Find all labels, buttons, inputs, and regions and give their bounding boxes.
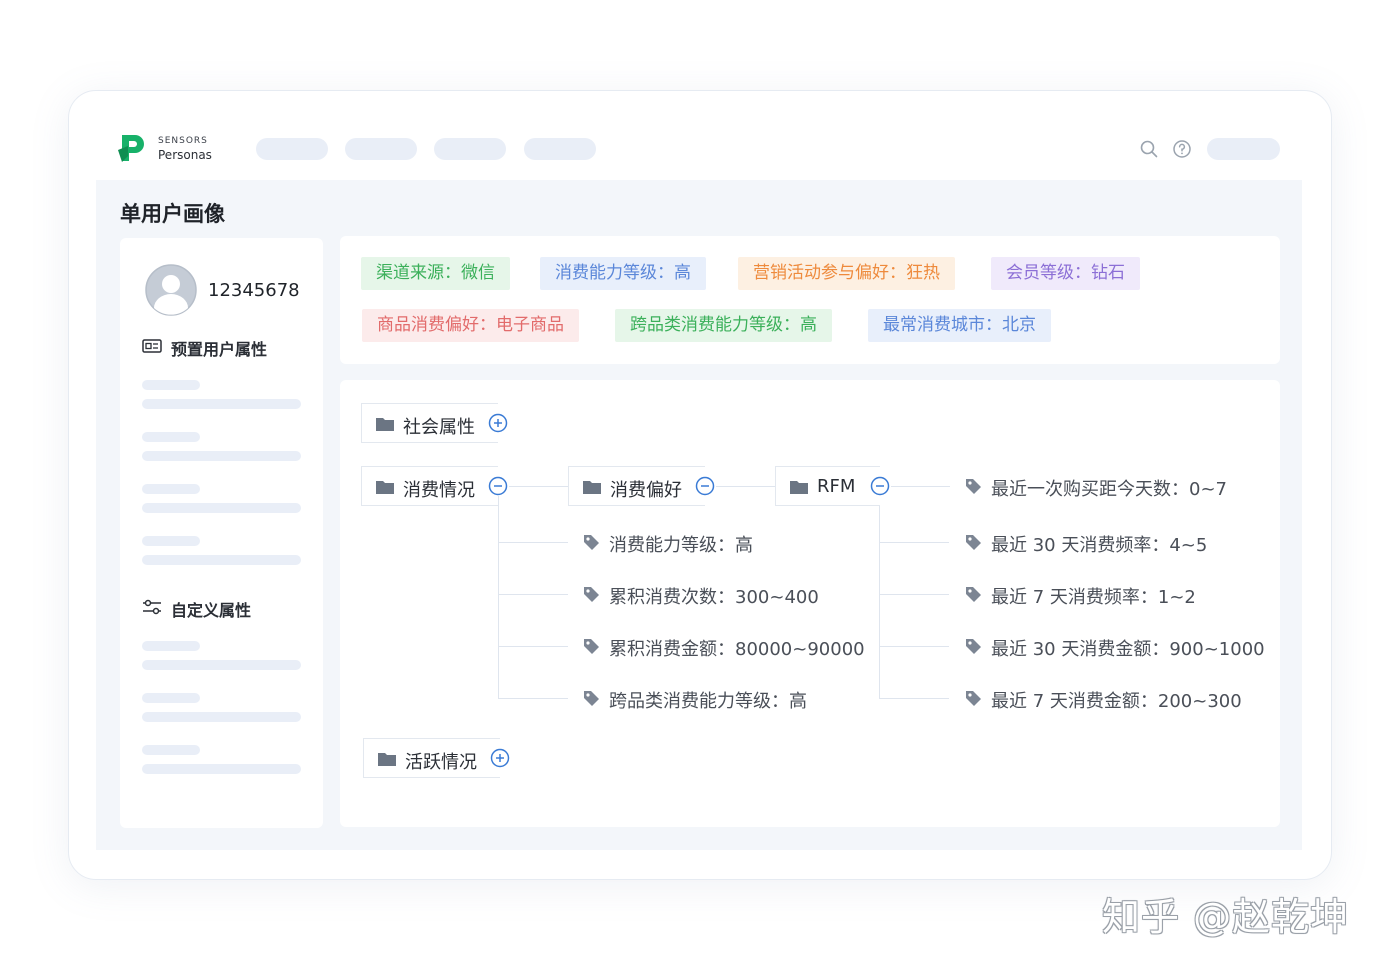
tree-connector	[498, 542, 568, 543]
nav-tab-1[interactable]	[256, 138, 328, 160]
preset-attributes-title: 预置用户属性	[171, 340, 268, 359]
placeholder-line	[142, 503, 301, 513]
collapse-icon[interactable]	[870, 476, 890, 496]
tree-connector	[498, 698, 568, 699]
id-card-icon	[142, 339, 162, 353]
custom-attributes-title: 自定义属性	[171, 601, 252, 620]
tag-icon	[966, 535, 981, 550]
tag-icon	[966, 639, 981, 654]
tag-cross-category-level[interactable]: 跨品类消费能力等级：高	[615, 309, 832, 342]
sliders-icon	[143, 599, 161, 615]
tree-node-label: 消费情况	[403, 480, 475, 501]
tag-frequent-city[interactable]: 最常消费城市：北京	[868, 309, 1051, 342]
tree-leaf-label: 最近 7 天消费频率：1~2	[991, 587, 1196, 608]
collapse-icon[interactable]	[695, 476, 715, 496]
help-icon[interactable]	[1172, 139, 1192, 159]
avatar	[145, 264, 197, 316]
tree-connector	[879, 646, 949, 647]
brand-name-top: SENSORS	[158, 136, 208, 146]
user-menu[interactable]	[1207, 138, 1280, 160]
tag-icon	[584, 535, 599, 550]
tree-connector	[879, 542, 949, 543]
tree-leaf-label: 跨品类消费能力等级：高	[609, 691, 807, 712]
sensors-logo-icon	[118, 135, 144, 162]
folder-icon	[583, 481, 601, 494]
placeholder-line	[142, 641, 200, 651]
tree-leaf-label: 累积消费次数：300~400	[609, 587, 819, 608]
tree-connector	[498, 594, 568, 595]
tree-connector	[498, 496, 499, 698]
tree-node-label: 社会属性	[403, 417, 475, 438]
brand-name-bottom: Personas	[158, 148, 212, 162]
tree-connector	[879, 496, 880, 698]
placeholder-line	[142, 536, 200, 546]
tree-node-label: 消费偏好	[610, 480, 682, 501]
tree-node-activity[interactable]: 活跃情况	[363, 738, 500, 778]
tag-consumption-level[interactable]: 消费能力等级：高	[540, 257, 706, 290]
tree-connector	[879, 594, 949, 595]
folder-icon	[376, 481, 394, 494]
tree-node-label: 活跃情况	[405, 752, 477, 773]
tree-leaf-label: 消费能力等级：高	[609, 535, 753, 556]
tree-node-preference[interactable]: 消费偏好	[568, 466, 705, 506]
tree-connector	[498, 646, 568, 647]
nav-tab-3[interactable]	[434, 138, 506, 160]
tree-node-consumption[interactable]: 消费情况	[361, 466, 498, 506]
tag-icon	[966, 691, 981, 706]
nav-tab-4[interactable]	[524, 138, 596, 160]
watermark: 知乎 @赵乾坤	[1102, 895, 1350, 939]
tag-product-preference[interactable]: 商品消费偏好：电子商品	[362, 309, 579, 342]
placeholder-line	[142, 432, 200, 442]
folder-icon	[378, 753, 396, 766]
tree-connector	[509, 486, 568, 487]
collapse-icon[interactable]	[488, 476, 508, 496]
tree-leaf-label: 最近 7 天消费金额：200~300	[991, 691, 1242, 712]
tree-connector	[716, 486, 775, 487]
tree-leaf-label: 最近一次购买距今天数：0~7	[991, 479, 1227, 500]
placeholder-line	[142, 399, 301, 409]
expand-icon[interactable]	[490, 748, 510, 768]
placeholder-line	[142, 712, 301, 722]
expand-icon[interactable]	[488, 413, 508, 433]
tree-leaf-label: 累积消费金额：80000~90000	[609, 639, 865, 660]
placeholder-line	[142, 660, 301, 670]
folder-icon	[790, 481, 808, 494]
tag-icon	[584, 691, 599, 706]
folder-icon	[376, 418, 394, 431]
tag-icon	[966, 479, 981, 494]
tree-node-social[interactable]: 社会属性	[361, 403, 498, 443]
tag-marketing-preference[interactable]: 营销活动参与偏好：狂热	[738, 257, 955, 290]
placeholder-line	[142, 745, 200, 755]
placeholder-line	[142, 451, 301, 461]
user-profile-card	[120, 238, 323, 828]
placeholder-line	[142, 380, 200, 390]
tag-channel-source[interactable]: 渠道来源：微信	[361, 257, 510, 290]
placeholder-line	[142, 764, 301, 774]
tag-icon	[584, 587, 599, 602]
search-icon[interactable]	[1139, 139, 1159, 159]
tree-connector	[891, 486, 950, 487]
placeholder-line	[142, 484, 200, 494]
tag-member-level[interactable]: 会员等级：钻石	[991, 257, 1140, 290]
tree-node-label: RFM	[817, 476, 856, 497]
placeholder-line	[142, 555, 301, 565]
tree-node-rfm[interactable]: RFM	[775, 466, 880, 506]
tag-icon	[966, 587, 981, 602]
nav-tab-2[interactable]	[345, 138, 417, 160]
tree-leaf-label: 最近 30 天消费金额：900~1000	[991, 639, 1265, 660]
tag-summary-card	[340, 236, 1280, 364]
tree-connector	[879, 698, 949, 699]
user-id: 12345678	[208, 280, 300, 301]
tree-leaf-label: 最近 30 天消费频率：4~5	[991, 535, 1208, 556]
page-title: 单用户画像	[120, 202, 225, 226]
placeholder-line	[142, 693, 200, 703]
tag-icon	[584, 639, 599, 654]
